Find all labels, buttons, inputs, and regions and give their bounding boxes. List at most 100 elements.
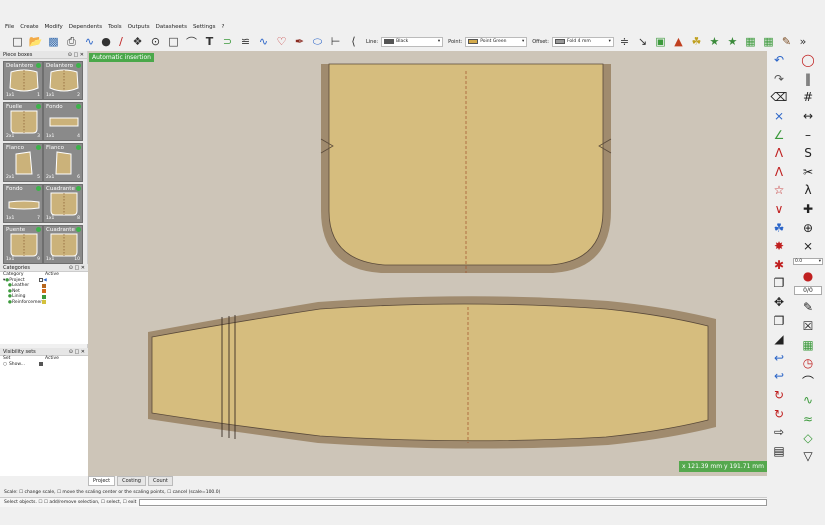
stitch-tool-icon[interactable]: ≌ xyxy=(238,34,253,49)
menu-tools[interactable]: Tools xyxy=(108,24,122,30)
piece-tile[interactable]: Fondo 1x1 4 xyxy=(43,102,83,141)
ellipse-tool-icon[interactable]: ⬭ xyxy=(310,34,325,49)
diamond-icon[interactable]: ◇ xyxy=(799,428,817,447)
tab-count[interactable]: Count xyxy=(147,476,173,486)
bracket-tool-icon[interactable]: ⟨ xyxy=(346,34,361,49)
spiral-icon[interactable]: ∿ xyxy=(799,391,817,410)
intersect-tool-icon[interactable]: ⨯ xyxy=(770,107,788,126)
rounded-corner-icon[interactable]: ⌒ xyxy=(184,34,199,49)
menu-file[interactable]: File xyxy=(5,24,14,30)
more-tools-icon[interactable]: » xyxy=(797,34,809,49)
grid-alt-tool-icon[interactable]: ▦ xyxy=(761,34,776,49)
menu-create[interactable]: Create xyxy=(20,24,38,30)
point-tool-icon[interactable]: ● xyxy=(100,34,112,49)
table-icon[interactable]: ▦ xyxy=(799,335,817,354)
chevron-up-tool-icon[interactable]: Λ xyxy=(770,144,788,163)
drawing-canvas[interactable]: Automatic insertion x 121.39 mm y 191.71… xyxy=(88,51,767,476)
grid-snap-icon[interactable]: # xyxy=(799,88,817,107)
marker-tool-icon[interactable]: ✎ xyxy=(779,34,794,49)
line-tool-icon[interactable]: ∕ xyxy=(115,34,127,49)
undo-icon[interactable]: ↶ xyxy=(770,51,788,70)
pause-bars-icon[interactable]: ‖ xyxy=(799,70,817,89)
clock-icon[interactable]: ◷ xyxy=(799,354,817,373)
export-icon[interactable]: ⇨ xyxy=(770,423,788,442)
edit-box-icon[interactable]: ✎ xyxy=(799,298,817,317)
dimension-tool-icon[interactable]: ⊢ xyxy=(328,34,343,49)
pen-nib-icon[interactable]: ✒ xyxy=(292,34,307,49)
piece-tile[interactable]: Delantero 1x1 2 xyxy=(43,61,83,100)
lambda-tool-icon[interactable]: λ xyxy=(799,181,817,200)
piece-tile[interactable]: Fuelle 2x1 3 xyxy=(3,102,43,141)
dash-line-icon[interactable]: – xyxy=(799,125,817,144)
shoe-tool-icon[interactable]: ★ xyxy=(707,34,722,49)
zigzag-icon[interactable]: ≈ xyxy=(799,410,817,429)
magnet-icon[interactable]: ◯ xyxy=(799,51,817,70)
pattern-piece-lower[interactable] xyxy=(148,296,716,449)
piece-tile[interactable]: Puente 1x1 9 xyxy=(3,225,43,264)
new-document-icon[interactable]: □ xyxy=(10,34,25,49)
layers-icon[interactable]: ❐ xyxy=(770,311,788,330)
shoe-shape-icon[interactable]: ☘ xyxy=(770,218,788,237)
panel-controls-icon[interactable]: ⊙ □ ✕ xyxy=(69,349,85,355)
shoe-alt-tool-icon[interactable]: ★ xyxy=(725,34,740,49)
menu-modify[interactable]: Modify xyxy=(45,24,63,30)
box-x-icon[interactable]: ☒ xyxy=(799,317,817,336)
menu-outputs[interactable]: Outputs xyxy=(128,24,150,30)
hook-tool-icon[interactable]: ↩ xyxy=(770,349,788,368)
offset-style-select[interactable]: Fold 4 mm ▾ xyxy=(551,36,614,47)
point-style-select[interactable]: Point Green ▾ xyxy=(465,36,528,47)
line-style-select[interactable]: Black ▾ xyxy=(381,36,444,47)
spring-tool-icon[interactable]: ∿ xyxy=(256,34,271,49)
triangle-tool-icon[interactable]: ◢ xyxy=(770,330,788,349)
print-icon[interactable]: ⎙ xyxy=(64,34,79,49)
menu-help[interactable]: ? xyxy=(222,24,225,30)
s-curve-icon[interactable]: S xyxy=(799,144,817,163)
spark-tool-icon[interactable]: ✸ xyxy=(770,237,788,256)
pattern-piece-upper[interactable] xyxy=(320,63,612,273)
ruler-tool-icon[interactable]: ≑ xyxy=(617,34,632,49)
piece-tile[interactable]: Cuadrante 1x1 10 xyxy=(43,225,83,264)
panel-controls-icon[interactable]: ⊙ □ ✕ xyxy=(68,52,84,58)
tab-costing[interactable]: Costing xyxy=(117,476,146,486)
cross-mark-icon[interactable]: ✱ xyxy=(770,256,788,275)
rectangle-tool-icon[interactable]: □ xyxy=(166,34,181,49)
piece-tile[interactable]: Flanco 2x1 6 xyxy=(43,143,83,182)
bend-tool-icon[interactable]: ↘ xyxy=(635,34,650,49)
redo-icon[interactable]: ↷ xyxy=(770,70,788,89)
piece-tile[interactable]: Delantero 1x1 1 xyxy=(3,61,43,100)
filter-down-icon[interactable]: ▽ xyxy=(799,447,817,466)
target-icon[interactable]: ⊕ xyxy=(799,218,817,237)
piece-tile[interactable]: Fondo 1x1 7 xyxy=(3,184,43,223)
chevron-down-tool-icon[interactable]: ∨ xyxy=(770,200,788,219)
command-input[interactable] xyxy=(139,499,767,506)
document-export-icon[interactable]: ▤ xyxy=(770,441,788,460)
piece-tile[interactable]: Flanco 2x1 5 xyxy=(3,143,43,182)
pattern-tool-icon[interactable]: ❖ xyxy=(130,34,145,49)
category-row[interactable]: ● Reinforcement xyxy=(0,300,88,306)
menu-datasheets[interactable]: Datasheets xyxy=(156,24,187,30)
text-tool-icon[interactable]: T xyxy=(202,34,217,49)
panel-controls-icon[interactable]: ⊙ □ ✕ xyxy=(69,265,85,271)
menu-dependents[interactable]: Dependents xyxy=(69,24,102,30)
piece-frame-icon[interactable]: ▣ xyxy=(653,34,668,49)
radio-icon[interactable]: ○ xyxy=(3,362,7,367)
move-arrows-icon[interactable]: ✥ xyxy=(770,293,788,312)
heart-shape-icon[interactable]: ♡ xyxy=(274,34,289,49)
hook-alt-tool-icon[interactable]: ↩ xyxy=(770,367,788,386)
crosshair-icon[interactable]: ✚ xyxy=(799,200,817,219)
copy-pages-icon[interactable]: ❐ xyxy=(770,274,788,293)
chevron-up-alt-icon[interactable]: Λ xyxy=(770,163,788,182)
save-icon[interactable]: ▩ xyxy=(46,34,61,49)
zoom-select[interactable]: 0.0 ▾ xyxy=(793,257,823,265)
piece-group-icon[interactable]: ☘ xyxy=(689,34,704,49)
star-tool-icon[interactable]: ☆ xyxy=(770,181,788,200)
curve-tool-icon[interactable]: ∿ xyxy=(82,34,97,49)
axis-cross-icon[interactable]: ⨯ xyxy=(799,237,817,256)
tab-project[interactable]: Project xyxy=(88,476,116,486)
menu-settings[interactable]: Settings xyxy=(193,24,216,30)
eraser-icon[interactable]: ⌫ xyxy=(770,88,788,107)
visibility-row[interactable]: ○ Show... xyxy=(0,362,88,368)
open-folder-icon[interactable]: 📂 xyxy=(28,34,43,49)
angle-tool-icon[interactable]: ∠ xyxy=(770,125,788,144)
grid-tool-icon[interactable]: ▦ xyxy=(743,34,758,49)
